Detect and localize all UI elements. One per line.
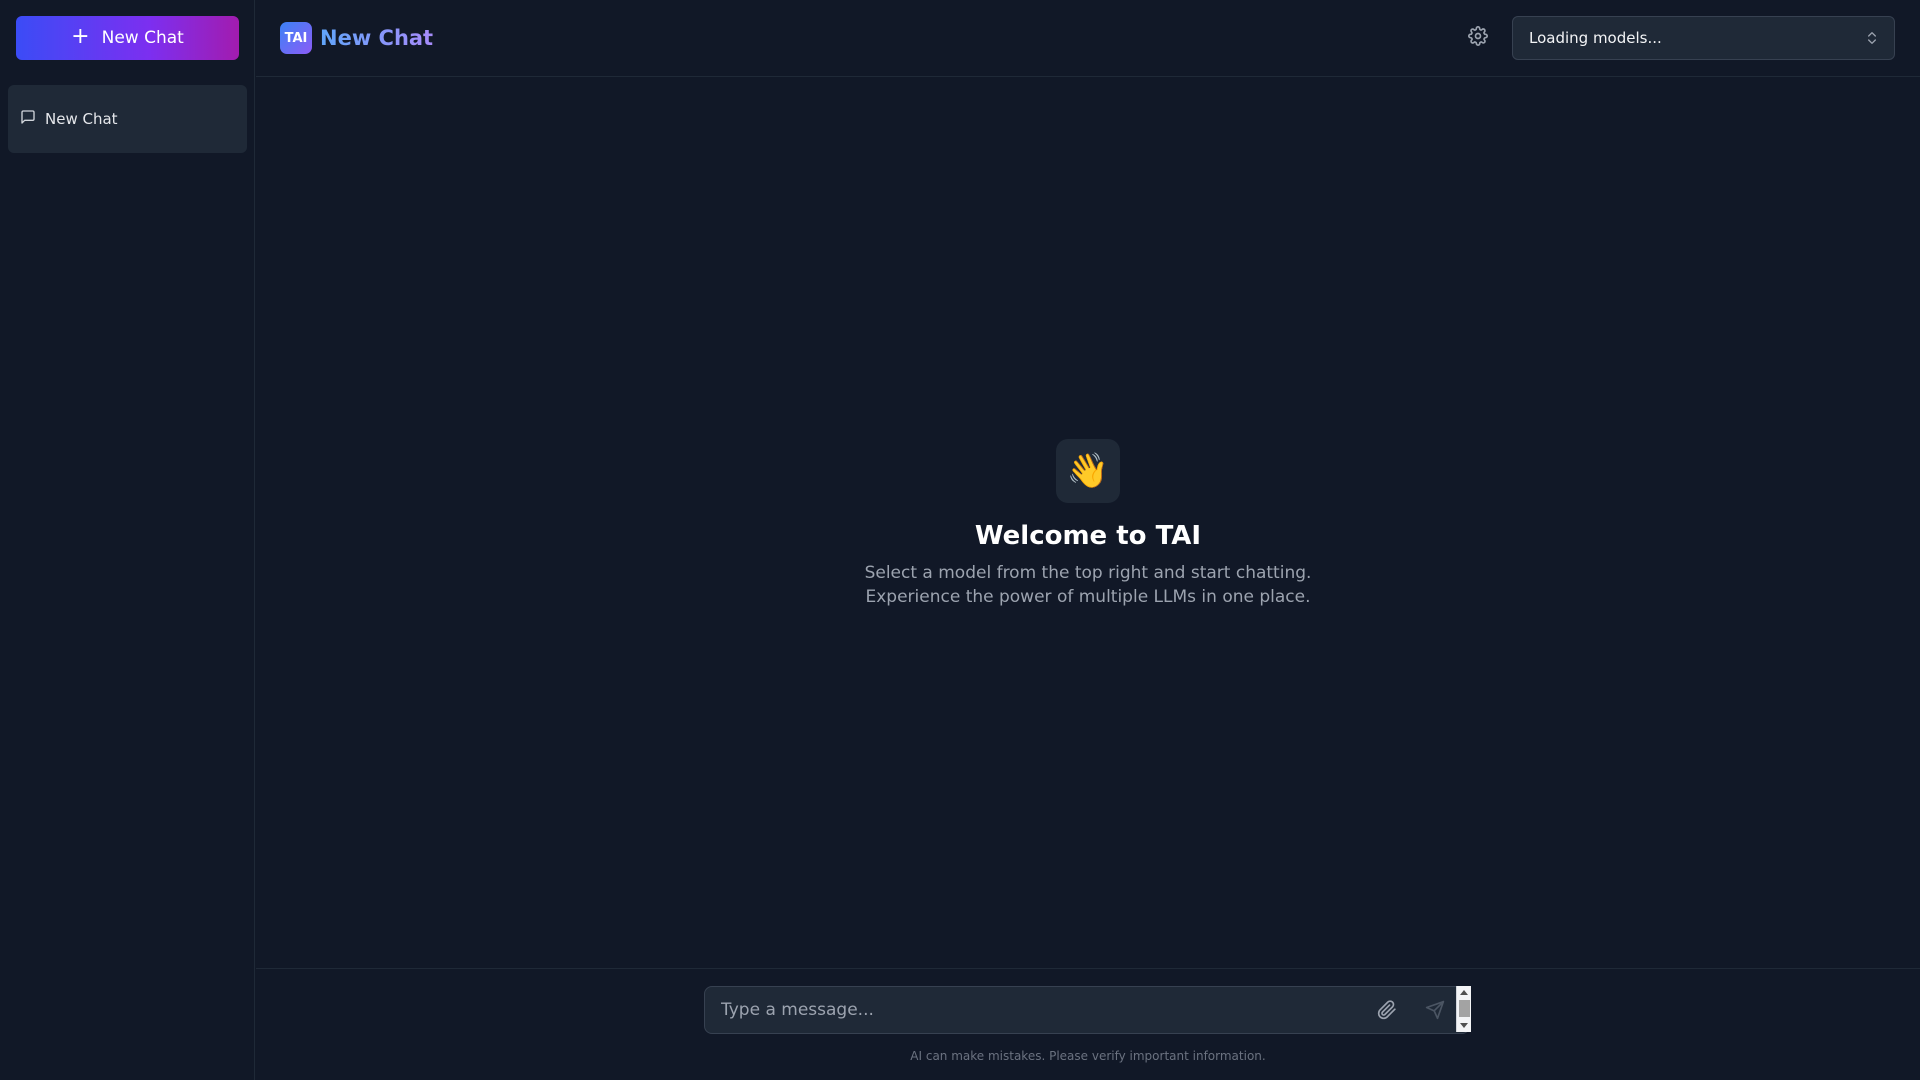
page-title: New Chat xyxy=(320,22,433,54)
welcome-subtitle: Select a model from the top right and st… xyxy=(865,561,1312,609)
message-square-icon xyxy=(20,109,36,129)
new-chat-button-label: New Chat xyxy=(101,28,184,48)
composer-scrollbar[interactable] xyxy=(1456,986,1471,1032)
gear-icon xyxy=(1468,26,1488,50)
send-icon[interactable] xyxy=(1425,1000,1445,1024)
scroll-up-arrow-icon[interactable] xyxy=(1460,990,1468,995)
welcome-title: Welcome to TAI xyxy=(974,521,1202,551)
chevrons-up-down-icon xyxy=(1864,30,1880,50)
sidebar-chat-item-label: New Chat xyxy=(45,110,118,128)
top-header: TAI New Chat Loading models... xyxy=(256,0,1920,77)
sidebar: + New Chat New Chat xyxy=(0,0,255,1080)
app-logo: TAI xyxy=(280,22,312,54)
model-select-value: Loading models... xyxy=(1529,29,1662,47)
welcome-subtitle-line-1: Select a model from the top right and st… xyxy=(864,563,1312,583)
app-window: + New Chat New Chat TAI New Chat Loading… xyxy=(0,0,1920,1080)
message-input[interactable] xyxy=(721,987,1361,1033)
sidebar-chat-item[interactable]: New Chat xyxy=(8,85,247,153)
message-composer xyxy=(704,986,1470,1034)
welcome-subtitle-line-2: Experience the power of multiple LLMs in… xyxy=(865,587,1311,607)
disclaimer-text: AI can make mistakes. Please verify impo… xyxy=(910,1049,1266,1063)
waving-hand-icon: 👋 xyxy=(1056,439,1120,503)
welcome-panel: 👋 Welcome to TAI Select a model from the… xyxy=(256,439,1920,609)
settings-button[interactable] xyxy=(1468,24,1488,52)
plus-icon: + xyxy=(71,24,90,49)
scroll-down-arrow-icon[interactable] xyxy=(1460,1023,1468,1028)
new-chat-button[interactable]: + New Chat xyxy=(16,16,239,60)
composer-bar: AI can make mistakes. Please verify impo… xyxy=(256,968,1920,1080)
paperclip-icon[interactable] xyxy=(1377,1000,1397,1024)
model-select[interactable]: Loading models... xyxy=(1512,16,1895,60)
scrollbar-thumb[interactable] xyxy=(1459,1000,1470,1017)
